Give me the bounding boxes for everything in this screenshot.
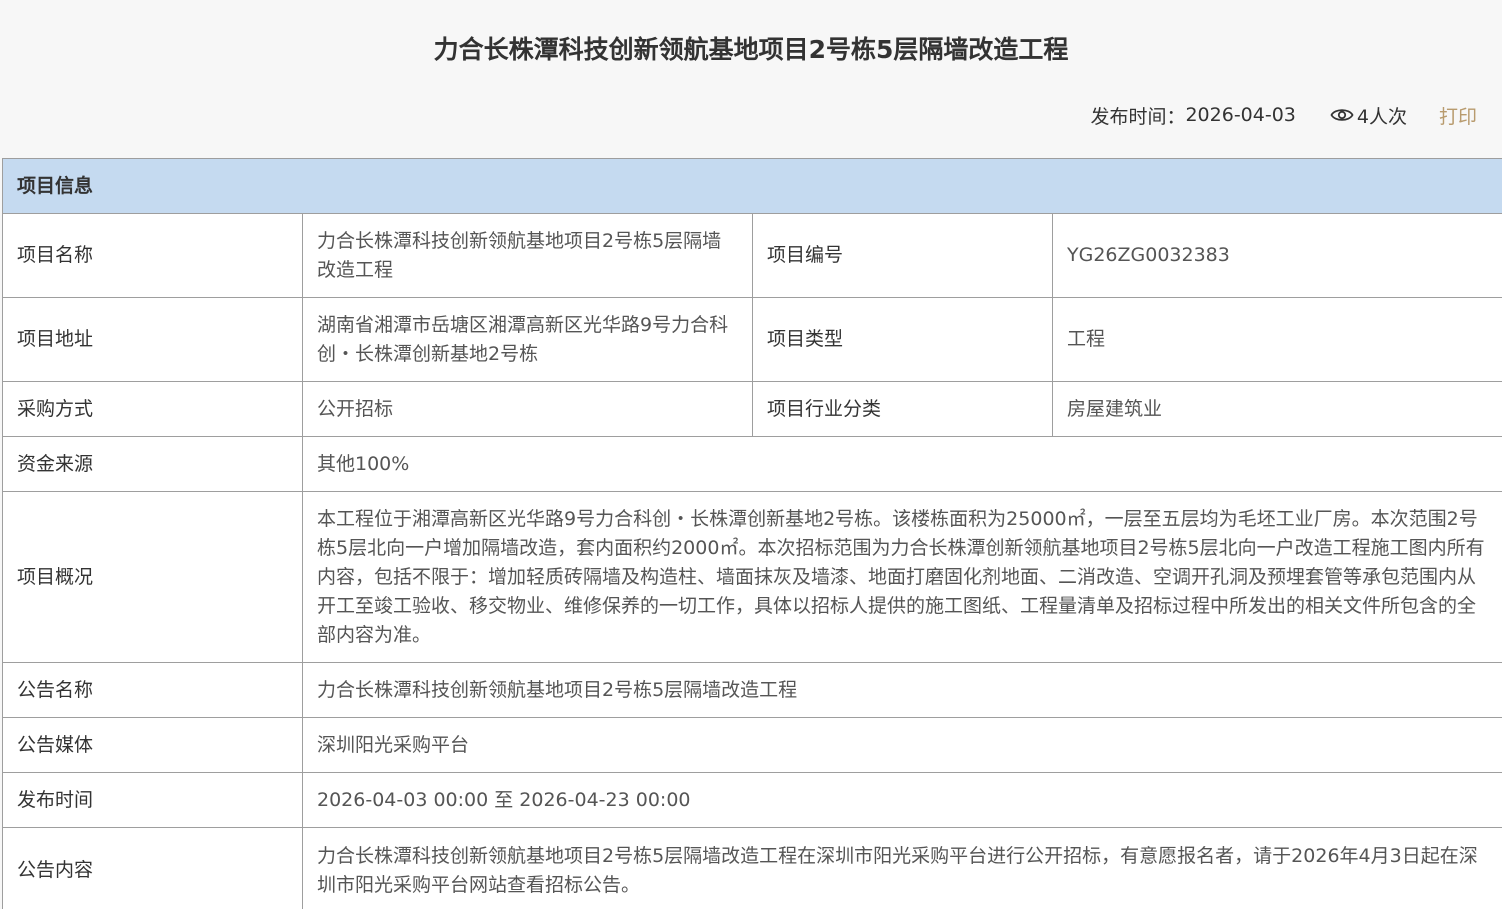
table-row: 公告名称 力合长株潭科技创新领航基地项目2号栋5层隔墙改造工程 (2, 662, 1502, 718)
project-type-label: 项目类型 (752, 297, 1053, 382)
industry-label: 项目行业分类 (752, 381, 1053, 437)
table-row: 资金来源 其他100% (2, 436, 1502, 492)
project-code-label: 项目编号 (752, 213, 1053, 298)
project-overview-label: 项目概况 (2, 491, 303, 663)
notice-name-value: 力合长株潭科技创新领航基地项目2号栋5层隔墙改造工程 (301, 662, 1502, 718)
project-overview-value: 本工程位于湘潭高新区光华路9号力合科创・长株潭创新基地2号栋。该楼栋面积为250… (301, 491, 1502, 663)
funding-source-value: 其他100% (301, 436, 1502, 492)
notice-content-label: 公告内容 (2, 827, 303, 909)
project-type-value: 工程 (1051, 297, 1502, 382)
table-row: 项目地址 湖南省湘潭市岳塘区湘潭高新区光华路9号力合科创・长株潭创新基地2号栋 … (2, 297, 1502, 382)
print-link[interactable]: 打印 (1439, 102, 1477, 129)
table-row: 项目名称 力合长株潭科技创新领航基地项目2号栋5层隔墙改造工程 项目编号 YG2… (2, 213, 1502, 298)
notice-media-label: 公告媒体 (2, 717, 303, 773)
notice-meta: 发布时间： 2026-04-03 4人次 打印 (1090, 100, 1477, 130)
project-name-value: 力合长株潭科技创新领航基地项目2号栋5层隔墙改造工程 (302, 213, 753, 298)
project-name-label: 项目名称 (2, 213, 303, 298)
publish-time-label: 发布时间 (2, 772, 303, 828)
project-address-label: 项目地址 (2, 297, 303, 382)
table-row: 公告媒体 深圳阳光采购平台 (2, 717, 1502, 773)
notice-media-value: 深圳阳光采购平台 (301, 717, 1502, 773)
table-row: 发布时间 2026-04-03 00:00 至 2026-04-23 00:00 (2, 772, 1502, 828)
notice-content-value: 力合长株潭科技创新领航基地项目2号栋5层隔墙改造工程在深圳市阳光采购平台进行公开… (301, 827, 1502, 909)
procurement-method-label: 采购方式 (2, 381, 303, 437)
publish-label: 发布时间： (1090, 105, 1186, 128)
table-row: 项目概况 本工程位于湘潭高新区光华路9号力合科创・长株潭创新基地2号栋。该楼栋面… (2, 491, 1502, 663)
procurement-method-value: 公开招标 (302, 381, 753, 437)
notice-name-label: 公告名称 (2, 662, 303, 718)
view-count-text: 4人次 (1356, 105, 1407, 128)
section-header-row: 项目信息 (1, 158, 1502, 214)
table-row: 采购方式 公开招标 项目行业分类 房屋建筑业 (2, 381, 1502, 437)
publish-time-value: 2026-04-03 00:00 至 2026-04-23 00:00 (301, 772, 1502, 828)
industry-value: 房屋建筑业 (1051, 381, 1502, 437)
section-title: 项目信息 (1, 158, 1502, 214)
eye-icon (1330, 109, 1354, 121)
page-title: 力合长株潭科技创新领航基地项目2号栋5层隔墙改造工程 (433, 35, 1069, 64)
publish-date: 2026-04-03 (1185, 104, 1296, 126)
project-info-table: 项目信息 项目名称 力合长株潭科技创新领航基地项目2号栋5层隔墙改造工程 项目编… (1, 158, 1502, 909)
project-code-value: YG26ZG0032383 (1051, 213, 1502, 298)
view-count: 4人次 (1330, 102, 1407, 129)
table-row: 公告内容 力合长株潭科技创新领航基地项目2号栋5层隔墙改造工程在深圳市阳光采购平… (2, 827, 1502, 909)
project-address-value: 湖南省湘潭市岳塘区湘潭高新区光华路9号力合科创・长株潭创新基地2号栋 (302, 297, 753, 382)
funding-source-label: 资金来源 (2, 436, 303, 492)
publish-info: 发布时间： 2026-04-03 (1090, 102, 1295, 129)
notice-page: 力合长株潭科技创新领航基地项目2号栋5层隔墙改造工程 发布时间： 2026-04… (0, 0, 1502, 909)
